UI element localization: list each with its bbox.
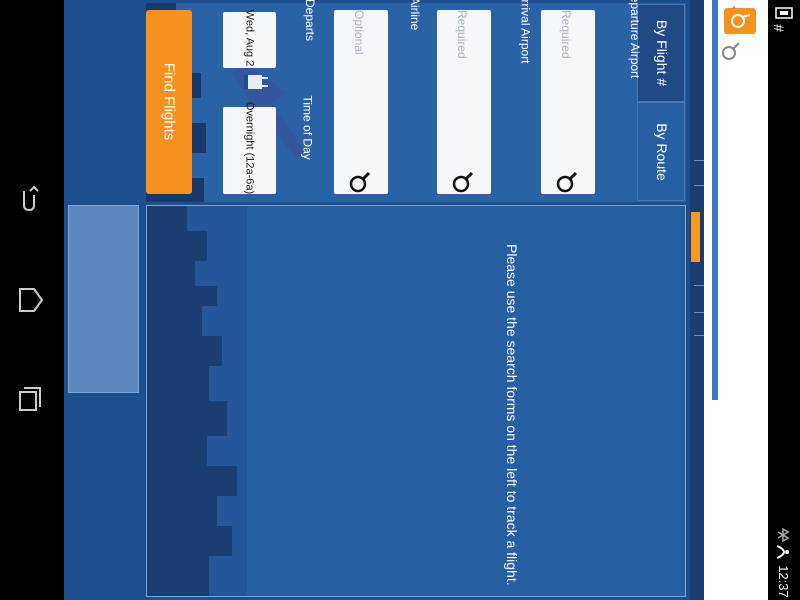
results-message: Please use the search forms on the left … bbox=[504, 244, 520, 586]
clock: 12:37 bbox=[773, 565, 795, 598]
airline-field[interactable]: Optional bbox=[334, 10, 388, 194]
action-bar bbox=[690, 0, 704, 600]
tab-by-flight-label: By Flight # bbox=[654, 19, 670, 87]
time-of-day-field[interactable]: Overnight (12a-6a) bbox=[223, 102, 276, 194]
recent-apps-icon[interactable] bbox=[14, 383, 48, 417]
search-icon[interactable] bbox=[720, 40, 742, 67]
app-logo-icon bbox=[724, 8, 756, 34]
arrival-airport-placeholder: Required bbox=[455, 10, 469, 59]
search-icon[interactable] bbox=[348, 170, 372, 199]
search-icon[interactable] bbox=[555, 170, 579, 199]
time-of-day-value: Overnight (12a-6a) bbox=[243, 101, 256, 195]
results-panel: Please use the search forms on the left … bbox=[146, 205, 686, 597]
side-placeholder bbox=[68, 205, 139, 393]
wifi-icon bbox=[775, 544, 793, 565]
departs-label: Departs bbox=[303, 0, 317, 42]
scroll-indicator bbox=[691, 212, 700, 262]
find-flights-button[interactable]: Find Flights bbox=[146, 10, 192, 194]
app-title-bar bbox=[704, 0, 768, 600]
status-bar: # 12:37 bbox=[768, 0, 800, 600]
home-icon[interactable] bbox=[14, 283, 48, 317]
find-flights-label: Find Flights bbox=[160, 62, 178, 141]
departure-airport-placeholder: Required bbox=[559, 10, 573, 59]
title-bar-accent bbox=[712, 0, 718, 400]
time-of-day-label: Time of Day bbox=[300, 95, 315, 160]
arrival-airport-field[interactable]: Required bbox=[437, 10, 491, 194]
clock-text: 12:37 bbox=[775, 565, 791, 598]
airline-label: Airline bbox=[408, 0, 422, 31]
departure-airport-field[interactable]: Required bbox=[541, 10, 595, 194]
results-skyline-graphic bbox=[147, 206, 685, 596]
departs-date-field[interactable]: Wed, Aug 2 bbox=[223, 10, 276, 68]
tab-by-route[interactable]: By Route bbox=[637, 102, 685, 201]
hash-icon: # bbox=[770, 24, 787, 32]
departure-airport-label: Departure Airport bbox=[628, 0, 642, 79]
airline-placeholder: Optional bbox=[352, 10, 366, 55]
search-icon[interactable] bbox=[451, 170, 475, 199]
tab-by-flight[interactable]: By Flight # bbox=[637, 4, 685, 102]
arrival-airport-label: Arrival Airport bbox=[518, 0, 533, 64]
tab-by-route-label: By Route bbox=[654, 123, 670, 181]
back-icon[interactable] bbox=[14, 183, 48, 217]
system-nav-bar bbox=[0, 0, 64, 600]
